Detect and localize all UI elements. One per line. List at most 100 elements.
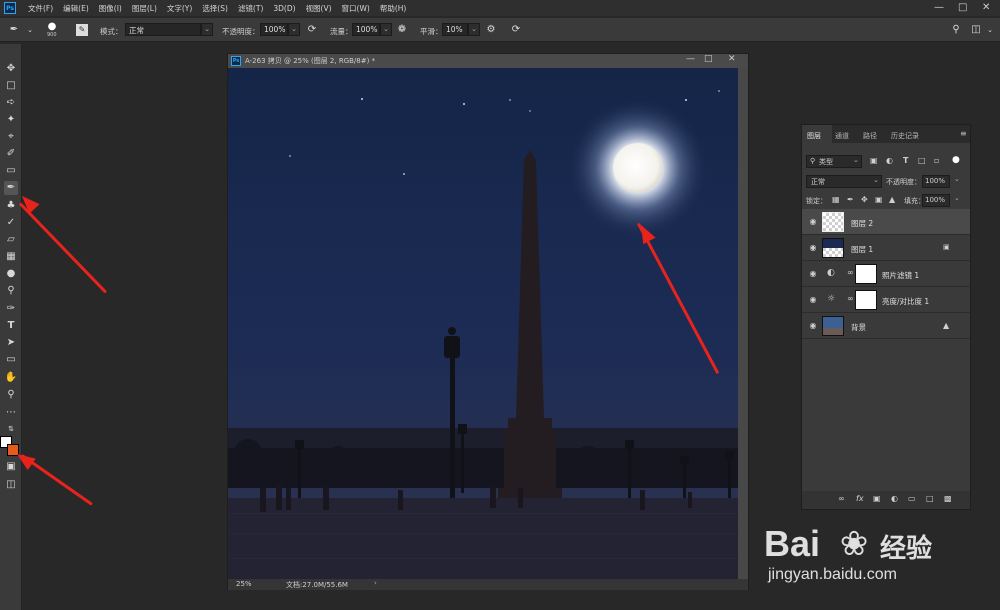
- lock-artboard-icon[interactable]: ▣: [875, 195, 883, 204]
- fill-dropdown-icon[interactable]: ⌄: [954, 194, 960, 202]
- magic-wand-icon[interactable]: ✦: [4, 113, 18, 127]
- smooth-input[interactable]: 10%: [442, 23, 468, 36]
- workspace-icon[interactable]: ◫: [970, 24, 982, 36]
- layer-row[interactable]: ◉ 背景 ▲: [802, 313, 970, 339]
- filter-adjustment-icon[interactable]: ◐: [886, 156, 893, 165]
- doc-minimize-icon[interactable]: —: [686, 54, 695, 64]
- healing-brush-icon[interactable]: ▭: [4, 164, 18, 178]
- fx-icon[interactable]: fx: [856, 494, 864, 503]
- panel-menu-icon[interactable]: ≡: [960, 129, 967, 138]
- eraser-icon[interactable]: ▱: [4, 233, 18, 247]
- eye-icon[interactable]: ◉: [808, 321, 818, 331]
- new-layer-icon[interactable]: □: [926, 494, 934, 503]
- eyedropper-icon[interactable]: ✐: [4, 147, 18, 161]
- filter-smart-icon[interactable]: ▫: [934, 156, 939, 165]
- mode-select[interactable]: 正常: [125, 23, 201, 36]
- adjustment-layer-icon[interactable]: ◐: [891, 494, 898, 503]
- layer-row[interactable]: ◉ ◐ ∞ 照片滤镜 1: [802, 261, 970, 287]
- close-icon[interactable]: ✕: [982, 2, 990, 14]
- lock-position-icon[interactable]: ✥: [861, 195, 868, 204]
- zoom-tool-icon[interactable]: ⚲: [4, 388, 18, 402]
- clone-stamp-icon[interactable]: ♣: [4, 199, 18, 213]
- filter-shape-icon[interactable]: □: [918, 156, 926, 165]
- filter-kind-select[interactable]: ⚲ 类型 ⌄: [806, 155, 862, 168]
- menu-layer[interactable]: 图层(L): [132, 3, 157, 14]
- crop-tool-icon[interactable]: ⌖: [4, 130, 18, 144]
- menu-window[interactable]: 窗口(W): [342, 3, 370, 14]
- eye-icon[interactable]: ◉: [808, 217, 818, 227]
- link-layers-icon[interactable]: ∞: [838, 494, 845, 503]
- swap-colors-icon[interactable]: ⇅: [4, 422, 18, 436]
- blend-mode-select[interactable]: 正常 ⌄: [806, 175, 882, 188]
- lock-pixels-icon[interactable]: ✒: [847, 195, 854, 204]
- zoom-level[interactable]: 25%: [236, 580, 252, 588]
- pressure-opacity-icon[interactable]: ⟳: [306, 24, 318, 36]
- pressure-size-icon[interactable]: ⟳: [510, 24, 522, 36]
- move-tool-icon[interactable]: ✥: [4, 62, 18, 76]
- lock-all-icon[interactable]: ▲: [889, 195, 895, 204]
- brush-settings-icon[interactable]: ✎: [76, 24, 88, 36]
- doc-restore-icon[interactable]: □: [704, 54, 713, 64]
- tab-layers[interactable]: 图层: [807, 131, 821, 141]
- eye-icon[interactable]: ◉: [808, 295, 818, 305]
- menu-file[interactable]: 文件(F): [28, 3, 53, 14]
- menu-type[interactable]: 文字(Y): [167, 3, 192, 14]
- smooth-dropdown-icon[interactable]: ⌄: [468, 23, 480, 36]
- menu-help[interactable]: 帮助(H): [380, 3, 407, 14]
- flow-input[interactable]: 100%: [352, 23, 380, 36]
- filter-toggle-icon[interactable]: ●: [952, 155, 960, 165]
- layer-opacity-input[interactable]: 100%: [922, 175, 950, 188]
- minimize-icon[interactable]: —: [934, 2, 944, 14]
- fill-input[interactable]: 100%: [922, 194, 950, 207]
- flow-dropdown-icon[interactable]: ⌄: [380, 23, 392, 36]
- image-canvas[interactable]: [228, 68, 738, 580]
- search-icon[interactable]: ⚲: [950, 24, 962, 36]
- workspace-dropdown-icon[interactable]: ⌄: [984, 24, 996, 36]
- folder-icon[interactable]: ▭: [908, 494, 916, 503]
- airbrush-icon[interactable]: ❁: [396, 24, 408, 36]
- screen-mode-icon[interactable]: ◫: [4, 478, 18, 492]
- rectangle-tool-icon[interactable]: ▭: [4, 353, 18, 367]
- type-tool-icon[interactable]: T: [4, 319, 18, 333]
- vertical-scrollbar[interactable]: [738, 68, 748, 580]
- chevron-down-icon[interactable]: ⌄: [24, 24, 36, 36]
- doc-close-icon[interactable]: ✕: [728, 54, 736, 64]
- trash-icon[interactable]: ▩: [944, 494, 952, 503]
- menu-3d[interactable]: 3D(D): [273, 4, 295, 13]
- filter-pixel-icon[interactable]: ▣: [870, 156, 878, 165]
- status-menu-arrow-icon[interactable]: ›: [374, 579, 377, 587]
- add-mask-icon[interactable]: ▣: [873, 494, 881, 503]
- eye-icon[interactable]: ◉: [808, 243, 818, 253]
- blur-tool-icon[interactable]: ●: [4, 267, 18, 281]
- opacity-dropdown-icon[interactable]: ⌄: [954, 175, 960, 183]
- eye-icon[interactable]: ◉: [808, 269, 818, 279]
- opacity-dropdown-icon[interactable]: ⌄: [288, 23, 300, 36]
- gradient-tool-icon[interactable]: ▦: [4, 250, 18, 264]
- opacity-input[interactable]: 100%: [260, 23, 288, 36]
- brush-tool-icon[interactable]: ✒: [8, 24, 20, 36]
- menu-select[interactable]: 选择(S): [202, 3, 228, 14]
- mode-dropdown-icon[interactable]: ⌄: [201, 23, 213, 36]
- tab-channels[interactable]: 通道: [835, 131, 849, 141]
- dodge-tool-icon[interactable]: ⚲: [4, 284, 18, 298]
- layer-row[interactable]: ◉ ☼ ∞ 亮度/对比度 1: [802, 287, 970, 313]
- document-titlebar[interactable]: Ps A-263 拷贝 @ 25% (图层 2, RGB/8#) * — □ ✕: [228, 54, 748, 68]
- pen-tool-icon[interactable]: ✑: [4, 302, 18, 316]
- lasso-tool-icon[interactable]: ➪: [4, 96, 18, 110]
- brush-tool-icon[interactable]: ✒: [4, 181, 18, 195]
- tab-paths[interactable]: 路径: [863, 131, 877, 141]
- filter-type-icon[interactable]: T: [903, 156, 908, 165]
- tab-history[interactable]: 历史记录: [891, 131, 919, 141]
- gear-icon[interactable]: ⚙: [485, 24, 497, 36]
- more-tools-icon[interactable]: ⋯: [4, 406, 18, 420]
- menu-image[interactable]: 图像(I): [99, 3, 122, 14]
- marquee-tool-icon[interactable]: □: [4, 79, 18, 93]
- layer-row[interactable]: ◉ 图层 1 ▣: [802, 235, 970, 261]
- menu-view[interactable]: 视图(V): [306, 3, 332, 14]
- path-select-icon[interactable]: ➤: [4, 336, 18, 350]
- maximize-icon[interactable]: □: [958, 2, 967, 14]
- hand-tool-icon[interactable]: ✋: [4, 371, 18, 385]
- menu-edit[interactable]: 编辑(E): [63, 3, 89, 14]
- layer-row[interactable]: ◉ 图层 2: [802, 209, 970, 235]
- menu-filter[interactable]: 滤镜(T): [238, 3, 263, 14]
